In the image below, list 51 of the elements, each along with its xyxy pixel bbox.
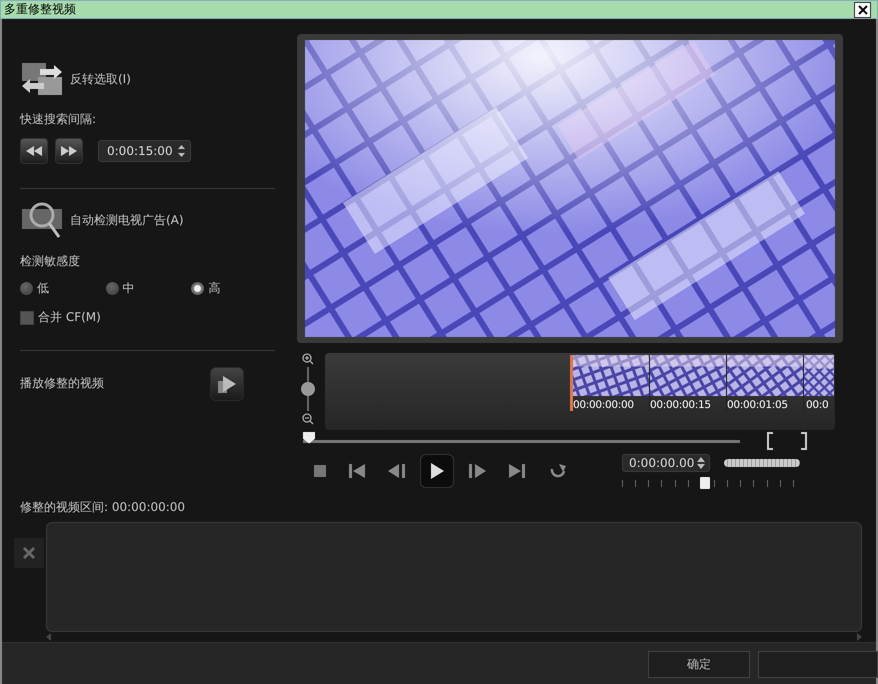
quick-search-label: 快速搜索间隔: — [20, 111, 98, 128]
mark-in-icon[interactable] — [766, 432, 774, 450]
trimmed-range-label: 修整的视频区间: 00:00:00:00 — [20, 499, 186, 516]
play-icon — [430, 463, 444, 479]
interval-field[interactable]: 0:00:15:00 — [98, 140, 191, 162]
sensitivity-label: 检测敏感度 — [20, 253, 81, 270]
zoom-slider-thumb[interactable] — [301, 382, 315, 396]
spinner-arrows-icon[interactable] — [697, 457, 706, 469]
step-forward-icon[interactable] — [468, 464, 486, 478]
radio-label: 低 — [37, 280, 49, 297]
mark-out-icon[interactable] — [800, 432, 808, 450]
jog-ruler[interactable] — [622, 478, 794, 488]
radio-button[interactable] — [106, 282, 119, 295]
close-icon — [22, 546, 36, 560]
jog-marker[interactable] — [700, 477, 710, 489]
fast-forward-button[interactable] — [55, 138, 83, 164]
rewind-button[interactable] — [20, 138, 48, 164]
scrubber-handle[interactable] — [303, 432, 315, 444]
skip-start-icon[interactable] — [348, 464, 366, 478]
window-title: 多重修整视频 — [4, 1, 76, 18]
zoom-out-icon[interactable] — [302, 413, 314, 425]
radio-button[interactable] — [20, 282, 33, 295]
thumbnail-timecode: 00:00:00:00 — [573, 399, 634, 411]
close-icon — [858, 4, 868, 14]
jog-wheel[interactable] — [724, 459, 800, 467]
radio-label: 中 — [122, 280, 135, 297]
play-trimmed-label: 播放修整的视频 — [20, 375, 104, 392]
repeat-icon[interactable] — [548, 463, 568, 479]
delete-button[interactable] — [14, 538, 44, 568]
detect-ads-label[interactable]: 自动检测电视广告(A) — [70, 212, 184, 228]
spinner-arrows-icon[interactable] — [176, 144, 186, 158]
skip-end-icon[interactable] — [508, 464, 526, 478]
radio-button[interactable] — [191, 282, 204, 295]
radio-label: 高 — [208, 280, 220, 297]
step-back-icon[interactable] — [388, 464, 406, 478]
invert-selection-label[interactable]: 反转选取(I) — [70, 70, 131, 88]
play-button[interactable] — [420, 454, 454, 488]
zoom-in-icon[interactable] — [302, 353, 314, 365]
ok-button[interactable]: 确定 — [648, 650, 750, 678]
merge-label: 合并 CF(M) — [38, 309, 101, 326]
checkbox[interactable] — [20, 310, 34, 324]
rewind-icon — [26, 146, 42, 156]
timecode-field[interactable]: 0:00:00.00 — [622, 454, 710, 472]
thumbnail-timecode: 00:0 — [806, 399, 828, 411]
fast-forward-icon — [61, 146, 77, 156]
thumbnail-timecode: 00:00:01:05 — [727, 399, 788, 411]
film-play-icon — [217, 374, 237, 394]
film-swap-icon[interactable] — [20, 61, 64, 97]
thumbnail-timecode: 00:00:00:15 — [650, 399, 711, 411]
close-button[interactable] — [854, 2, 871, 18]
play-trimmed-button[interactable] — [210, 367, 244, 401]
